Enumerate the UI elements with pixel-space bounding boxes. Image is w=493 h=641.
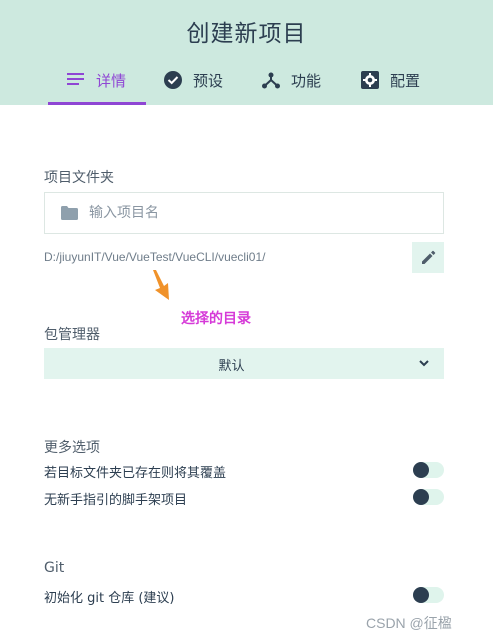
tab-features-label: 功能	[291, 72, 322, 90]
orange-arrow-annotation	[153, 270, 169, 300]
header: 创建新项目 详情 预设 功能 配置	[0, 0, 493, 105]
project-path: D:/jiuyunIT/Vue/VueTest/VueCLI/vuecli01/	[44, 250, 266, 264]
toggle-knob	[413, 489, 429, 505]
chevron-down-icon	[419, 360, 429, 367]
git-label: Git	[44, 560, 65, 576]
project-folder-label: 项目文件夹	[44, 170, 114, 186]
toggle-knob	[413, 462, 429, 478]
list-icon	[67, 73, 84, 85]
option-git-init-toggle[interactable]	[413, 587, 444, 603]
page-title: 创建新项目	[186, 21, 307, 47]
option-no-guide: 无新手指引的脚手架项目	[44, 488, 444, 508]
option-overwrite-label: 若目标文件夹已存在则将其覆盖	[44, 466, 227, 481]
project-name-field[interactable]	[44, 192, 444, 234]
folder-icon	[61, 206, 78, 220]
option-no-guide-toggle[interactable]	[413, 489, 444, 505]
pencil-icon	[421, 250, 435, 264]
toggle-knob	[413, 587, 429, 603]
active-tab-indicator	[48, 102, 146, 105]
annotation-label: 选择的目录	[181, 311, 251, 327]
package-manager-label: 包管理器	[44, 327, 100, 343]
more-options-label: 更多选项	[44, 440, 100, 456]
watermark: CSDN @征楹	[366, 615, 452, 631]
option-git-init-label: 初始化 git 仓库 (建议)	[44, 591, 175, 606]
package-manager-select[interactable]: 默认	[44, 348, 444, 379]
tab-details[interactable]: 详情	[66, 70, 126, 105]
check-circle-icon	[164, 71, 182, 89]
option-overwrite-toggle[interactable]	[413, 462, 444, 478]
tab-presets-label: 预设	[193, 72, 224, 90]
gear-icon	[361, 71, 379, 89]
tab-config[interactable]: 配置	[360, 70, 420, 105]
tab-presets[interactable]: 预设	[163, 70, 223, 105]
package-manager-value: 默认	[218, 359, 245, 374]
option-overwrite: 若目标文件夹已存在则将其覆盖	[44, 461, 444, 481]
tab-details-label: 详情	[96, 72, 127, 90]
edit-path-button[interactable]	[412, 242, 444, 273]
tab-config-label: 配置	[390, 72, 421, 90]
option-no-guide-label: 无新手指引的脚手架项目	[44, 493, 188, 508]
fork-icon	[262, 72, 280, 89]
tab-features[interactable]: 功能	[261, 70, 321, 105]
project-name-input[interactable]	[89, 202, 429, 224]
option-git-init: 初始化 git 仓库 (建议)	[44, 586, 444, 606]
